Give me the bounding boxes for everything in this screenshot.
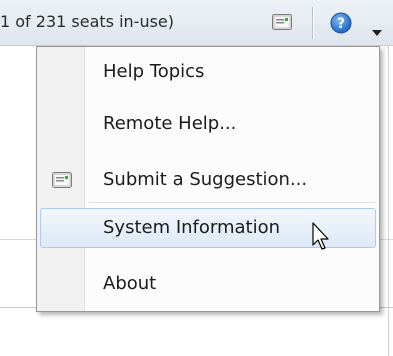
seats-status-text: 1 of 231 seats in-use) [0,12,174,31]
menu-item-label: About [103,273,157,294]
menu-item-remote-help[interactable]: Remote Help... [40,104,376,144]
suggestion-card-icon [272,14,292,34]
menu-item-submit-suggestion[interactable]: Submit a Suggestion... [40,160,376,200]
toolbar: 1 of 231 seats in-use) ? [0,0,393,46]
menu-item-label: Help Topics [103,61,205,82]
help-question-icon: ? [330,12,352,38]
help-menu-button[interactable]: ? [322,6,390,40]
content-edge [388,46,389,356]
toolbar-separator [312,7,314,39]
mouse-pointer-icon [312,222,332,256]
menu-item-label: Submit a Suggestion... [103,169,308,190]
svg-text:?: ? [337,16,345,32]
menu-item-about[interactable]: About [40,264,376,304]
suggestion-card-icon [52,172,72,192]
submit-suggestion-button[interactable] [260,6,304,40]
help-dropdown-menu: Help Topics Remote Help... Submit a Sugg… [36,46,380,312]
menu-item-label: System Information [103,217,281,238]
menu-item-help-topics[interactable]: Help Topics [40,52,376,92]
caret-down-icon [372,21,382,40]
menu-separator [89,202,375,204]
menu-item-label: Remote Help... [103,113,237,134]
